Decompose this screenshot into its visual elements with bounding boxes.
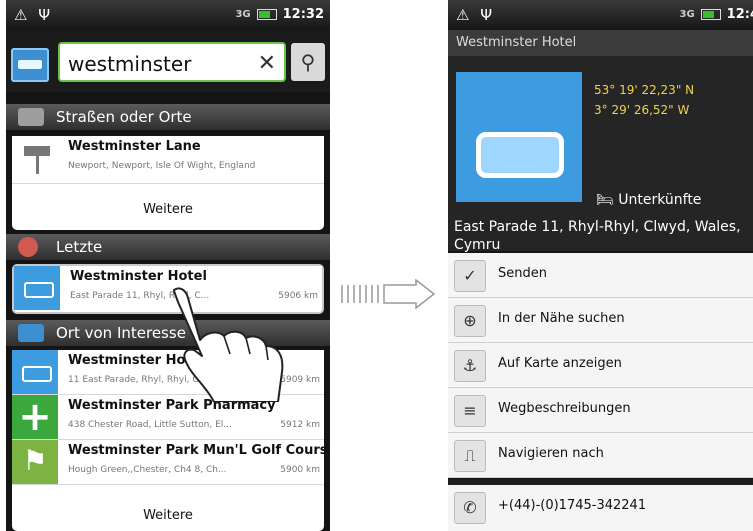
search-nearby-icon: ⊕ [454,305,486,337]
category-label: 🛏 Unterkünfte [596,192,702,208]
notification-icons: ⚠ Ψ [14,6,54,24]
pharmacy-icon [12,395,58,439]
list-item[interactable]: Westminster Lane Newport, Newport, Isle … [12,136,324,184]
section-streets-header: Straßen oder Orte [6,104,330,130]
item-title: Westminster Lane [68,139,201,154]
more-button[interactable]: Weitere [12,202,324,217]
search-bar: westminster ✕ ⚲ [6,30,330,92]
item-distance: 5900 km [280,465,320,475]
section-recent-header: Letzte [6,234,330,260]
section-label: Letzte [56,238,103,256]
clock: 12:32 [282,7,324,22]
action-search-nearby[interactable]: ⊕ In der Nähe suchen [448,298,753,343]
signpost-icon [18,108,44,126]
navigate-icon: ⎍ [454,440,486,472]
directions-icon: ≡ [454,395,486,427]
item-subtitle: 438 Chester Road, Little Sutton, El... [68,420,232,430]
place-info-panel: 53° 19' 22,23" N 3° 29' 26,52" W 🛏 Unter… [448,56,753,253]
action-label: In der Nähe suchen [498,311,625,326]
tap-hand-icon [173,287,284,402]
latitude: 53° 19' 22,23" N [594,83,695,97]
action-label: Navigieren nach [498,446,604,461]
place-details-screen: ⚠ Ψ 3G 12:4 Westminster Hotel 53° 19' 22… [448,0,753,531]
maps-app-icon [11,48,49,82]
hotel-icon [456,72,582,202]
coordinates: 53° 19' 22,23" N 3° 29' 26,52" W [594,80,694,120]
item-title: Westminster Park Mun'L Golf Course [68,443,330,458]
signal-icon: 3G [235,9,251,20]
longitude: 3° 29' 26,52" W [594,103,690,117]
send-icon: ✓ [454,260,486,292]
hotel-icon [14,266,60,310]
item-subtitle: Newport, Newport, Isle Of Wight, England [68,161,256,171]
list-item[interactable]: Westminster Park Mun'L Golf Course Hough… [12,440,330,485]
action-call[interactable]: ✆ +(44)-(0)1745-342241 [448,485,753,531]
action-label: Senden [498,266,547,281]
action-label: Auf Karte anzeigen [498,356,622,371]
hotel-icon [12,350,58,394]
more-button[interactable]: Weitere [12,508,324,523]
map-pin-icon: ⚓ [454,350,486,382]
battery-icon [256,9,277,20]
bed-icon: 🛏 [596,192,614,208]
streets-card: Westminster Lane Newport, Newport, Isle … [12,136,324,230]
search-icon[interactable]: ⚲ [291,43,325,81]
action-send[interactable]: ✓ Senden [448,253,753,298]
signpost-icon [12,136,58,180]
item-distance: 5912 km [280,420,320,430]
action-label: Wegbeschreibungen [498,401,631,416]
history-icon [18,237,38,257]
phone-icon: ✆ [454,492,486,524]
golf-icon [12,440,58,484]
poi-icon [18,324,44,342]
action-show-on-map[interactable]: ⚓ Auf Karte anzeigen [448,343,753,388]
phone-number: +(44)-(0)1745-342241 [498,498,647,513]
section-label: Straßen oder Orte [56,108,192,126]
search-results-screen: ⚠ Ψ 3G 12:32 westminster ✕ ⚲ Straßen ode… [6,0,330,531]
search-input[interactable]: westminster ✕ [58,42,286,82]
action-navigate[interactable]: ⎍ Navigieren nach [448,433,753,478]
transition-arrow-icon [341,279,436,309]
clear-icon[interactable]: ✕ [258,44,276,84]
search-query: westminster [68,52,192,76]
action-directions[interactable]: ≡ Wegbeschreibungen [448,388,753,433]
battery-icon [700,9,721,20]
status-bar: ⚠ Ψ 3G 12:32 [6,0,330,30]
signal-icon: 3G [679,9,695,20]
place-title: Westminster Hotel [448,30,753,56]
status-bar: ⚠ Ψ 3G 12:4 [448,0,753,30]
place-address: East Parade 11, Rhyl-Rhyl, Clwyd, Wales,… [454,219,741,253]
clock: 12:4 [726,7,753,22]
item-subtitle: Hough Green,,Chester, Ch4 8, Ch... [68,465,227,475]
notification-icons: ⚠ Ψ [456,6,496,24]
